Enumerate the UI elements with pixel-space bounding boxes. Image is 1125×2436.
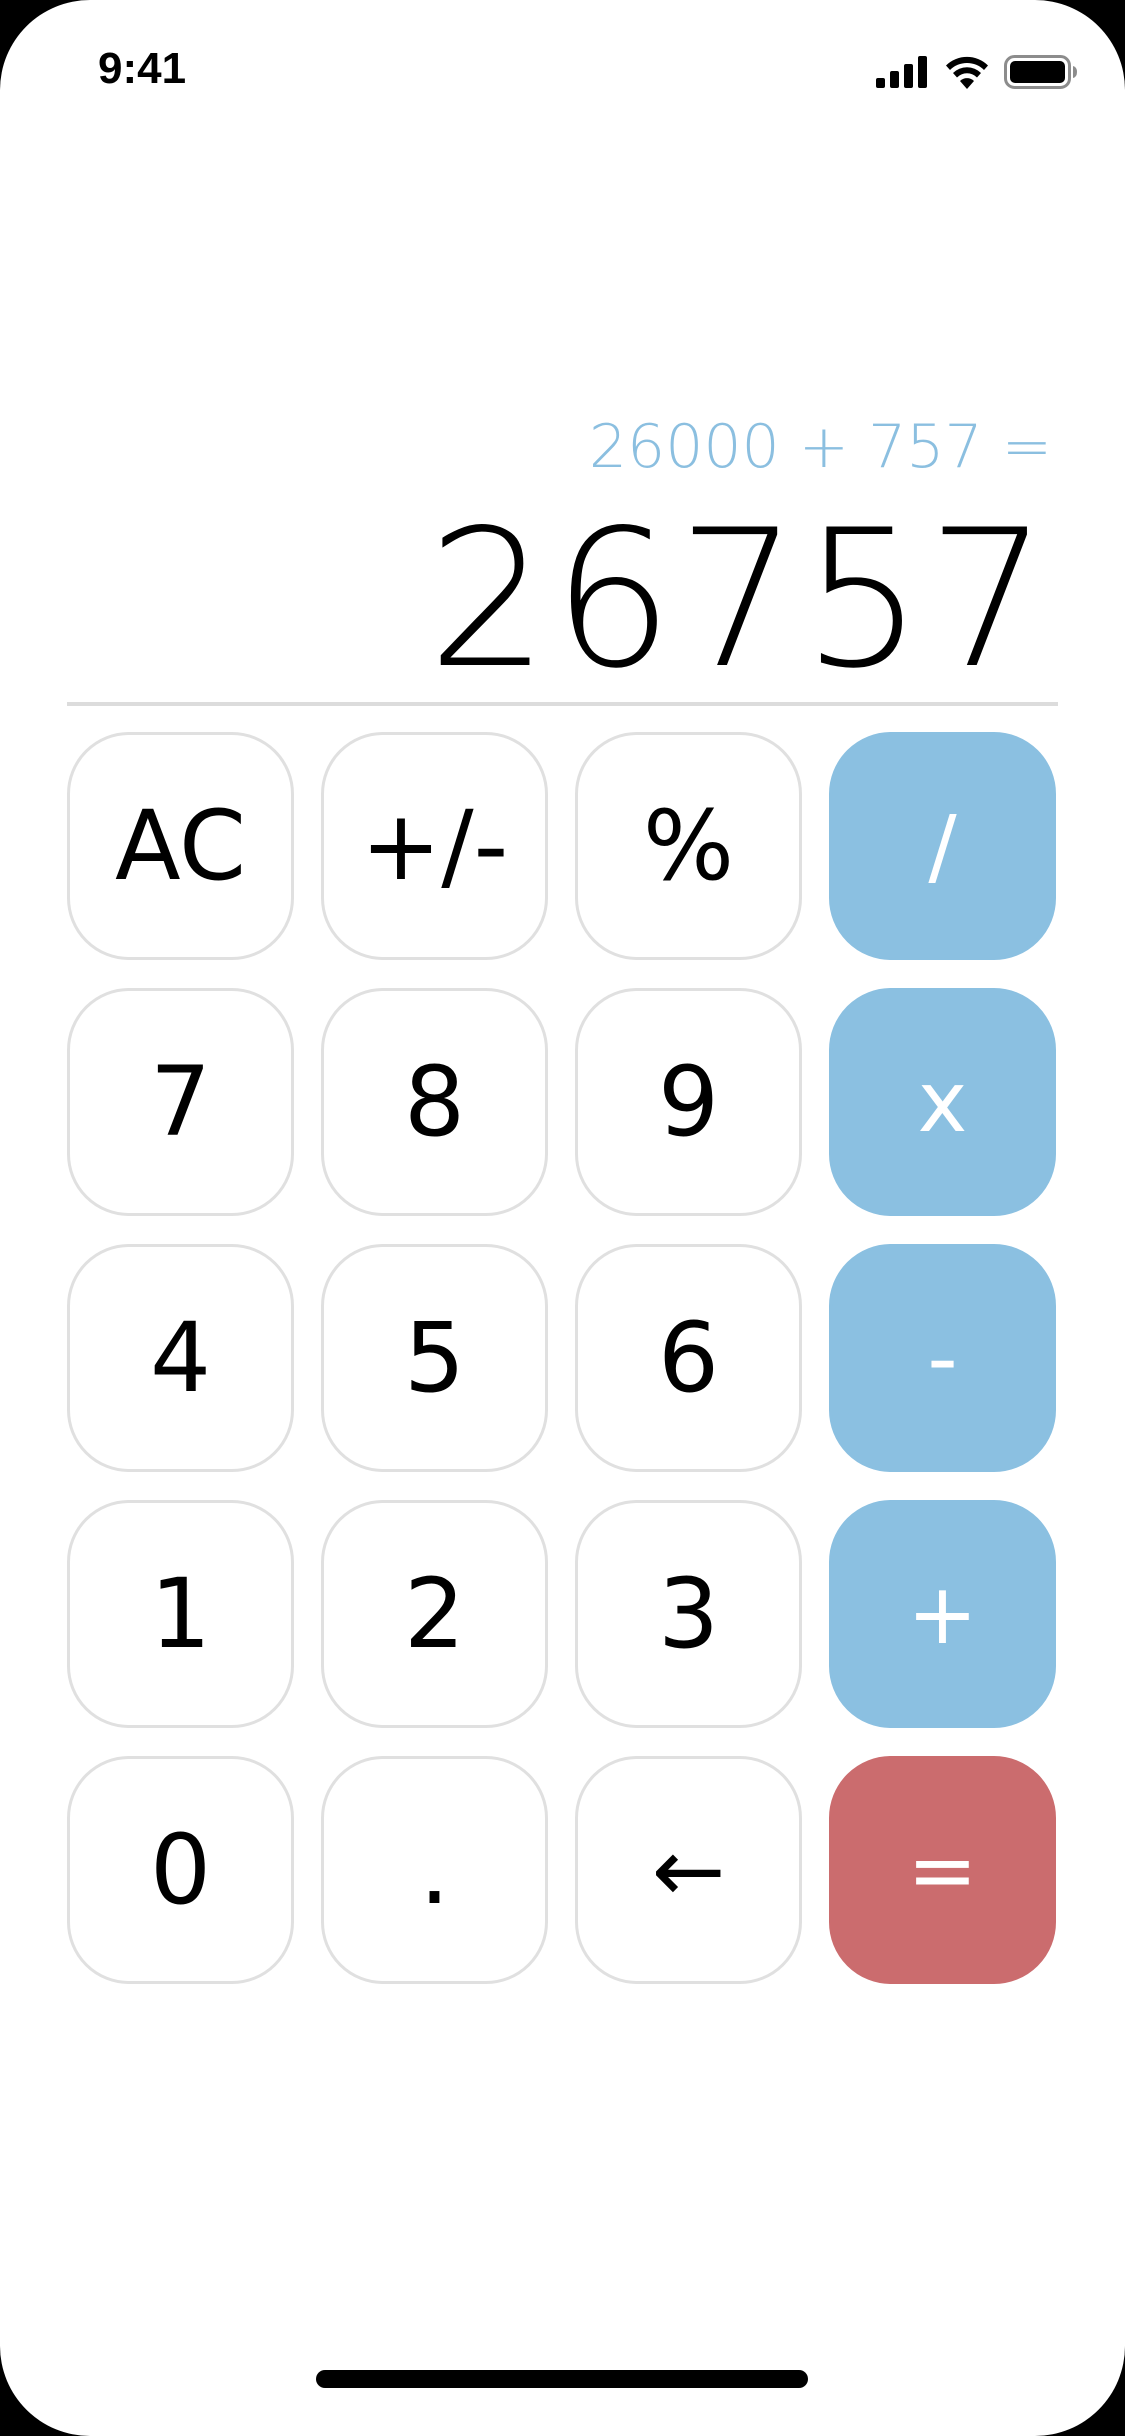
- subtract-button[interactable]: -: [829, 1244, 1056, 1472]
- digit-5-button[interactable]: 5: [321, 1244, 548, 1472]
- digit-3-button[interactable]: 3: [575, 1500, 802, 1728]
- cellular-signal-icon: [876, 55, 930, 93]
- digit-8-button[interactable]: 8: [321, 988, 548, 1216]
- clear-button[interactable]: AC: [67, 732, 294, 960]
- status-bar: 9:41: [0, 0, 1125, 140]
- decimal-point-button[interactable]: .: [321, 1756, 548, 1984]
- sign-toggle-button[interactable]: +/-: [321, 732, 548, 960]
- keypad: AC +/- % / 7 8 9 x 4 5 6 - 1 2 3 + 0 . ←…: [67, 732, 1058, 1984]
- digit-1-button[interactable]: 1: [67, 1500, 294, 1728]
- wifi-icon: [944, 55, 990, 94]
- digit-2-button[interactable]: 2: [321, 1500, 548, 1728]
- calculator-screen: 9:41 26000 + 757 = 26757 AC +/- % / 7 8 …: [0, 0, 1125, 2436]
- digit-9-button[interactable]: 9: [575, 988, 802, 1216]
- backspace-button[interactable]: ←: [575, 1756, 802, 1984]
- equals-button[interactable]: =: [829, 1756, 1056, 1984]
- status-icons: [876, 54, 1078, 94]
- digit-0-button[interactable]: 0: [67, 1756, 294, 1984]
- digit-6-button[interactable]: 6: [575, 1244, 802, 1472]
- percent-button[interactable]: %: [575, 732, 802, 960]
- digit-7-button[interactable]: 7: [67, 988, 294, 1216]
- status-time: 9:41: [98, 44, 187, 93]
- digit-4-button[interactable]: 4: [67, 1244, 294, 1472]
- divide-button[interactable]: /: [829, 732, 1056, 960]
- home-indicator: [316, 2370, 808, 2388]
- add-button[interactable]: +: [829, 1500, 1056, 1728]
- battery-icon: [1004, 54, 1078, 94]
- display-divider: [67, 702, 1058, 706]
- result-display: 26757: [427, 489, 1052, 710]
- multiply-button[interactable]: x: [829, 988, 1056, 1216]
- expression-display: 26000 + 757 =: [588, 412, 1052, 482]
- backspace-arrow-icon: ←: [651, 1818, 726, 1922]
